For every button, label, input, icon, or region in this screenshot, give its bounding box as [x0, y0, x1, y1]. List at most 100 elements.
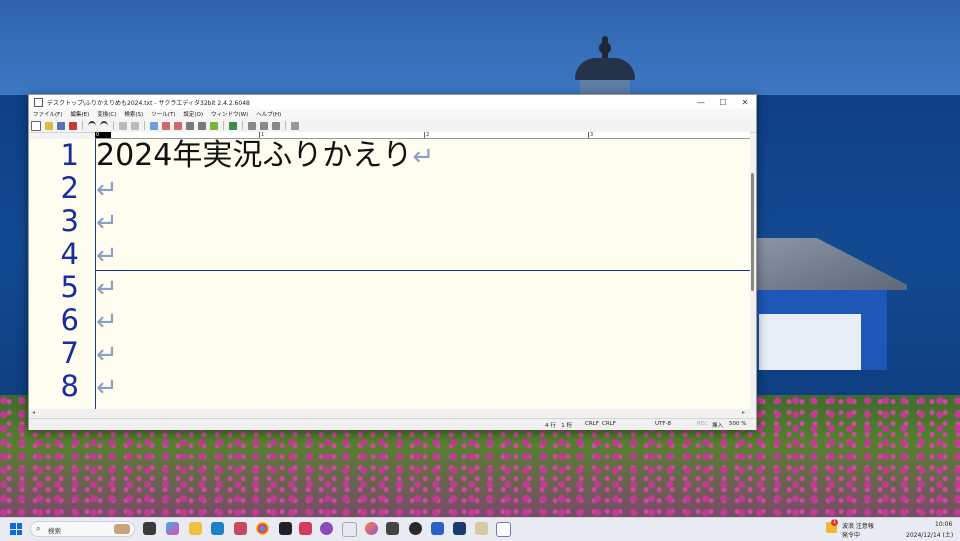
- recording-app-icon[interactable]: [409, 522, 422, 535]
- eol-marker-icon: ↵: [96, 340, 118, 370]
- menu-search[interactable]: 検索(S): [124, 110, 143, 118]
- file-explorer-icon[interactable]: [189, 522, 202, 535]
- line-number: 1: [60, 139, 79, 172]
- outline-icon[interactable]: [248, 121, 256, 130]
- menu-edit[interactable]: 編集(E): [70, 110, 89, 118]
- app-icon[interactable]: [34, 97, 43, 107]
- title-bar[interactable]: デスクトップ\ふりかえりめも2024.txt - サクラエディタ32bit 2.…: [29, 95, 756, 109]
- text-line[interactable]: ↵: [96, 238, 118, 271]
- line-number: 2: [60, 171, 79, 205]
- status-encoding[interactable]: UTF-8: [655, 421, 671, 427]
- menu-convert[interactable]: 変換(C): [97, 110, 116, 118]
- search-icon[interactable]: [150, 121, 158, 130]
- save-icon[interactable]: [57, 121, 65, 130]
- undo-icon[interactable]: [88, 120, 96, 131]
- status-cursor-position[interactable]: 4 行 1 桁: [545, 421, 572, 429]
- mail-icon[interactable]: [234, 522, 247, 535]
- line-number: 5: [60, 270, 79, 304]
- toolbar-separator: [242, 121, 243, 130]
- grep-icon[interactable]: [198, 121, 206, 130]
- browser-app-icon[interactable]: [365, 522, 378, 535]
- highlight-icon[interactable]: [210, 121, 218, 130]
- sakura-editor-window: デスクトップ\ふりかえりめも2024.txt - サクラエディタ32bit 2.…: [28, 94, 757, 430]
- eol-marker-icon: ↵: [96, 208, 118, 238]
- line-number: 4: [60, 237, 79, 271]
- menu-file[interactable]: ファイル(F): [33, 110, 62, 118]
- ruler-mark-1: 1: [259, 132, 265, 138]
- status-eol-input[interactable]: CRLF: [602, 421, 616, 427]
- text-line[interactable]: ↵: [96, 337, 118, 370]
- text-line[interactable]: ↵: [96, 205, 118, 238]
- store-icon[interactable]: [211, 522, 224, 535]
- text-line[interactable]: ↵: [96, 304, 118, 337]
- music-app-icon[interactable]: [342, 522, 357, 537]
- ruler: 0 1 2 3: [95, 132, 750, 139]
- clock-time[interactable]: 10:06: [935, 521, 952, 528]
- jump-forward-icon[interactable]: [131, 121, 139, 130]
- line-text: 2024年実況ふりかえり: [96, 139, 413, 173]
- settings-icon[interactable]: [291, 121, 299, 130]
- eol-marker-icon: ↵: [96, 274, 118, 304]
- menu-help[interactable]: ヘルプ(H): [256, 110, 281, 118]
- menu-window[interactable]: ウィンドウ(W): [211, 110, 248, 118]
- media-app-icon[interactable]: [299, 522, 312, 535]
- headphones-app-icon[interactable]: [320, 522, 333, 535]
- eol-marker-icon: ↵: [96, 373, 118, 403]
- vertical-scroll-thumb[interactable]: [751, 173, 754, 291]
- tool-app-icon[interactable]: [431, 522, 444, 535]
- line-number: 6: [60, 303, 79, 337]
- text-line[interactable]: ↵: [96, 172, 118, 205]
- clock-date[interactable]: 2024/12/14 (土): [906, 530, 953, 539]
- preview-icon[interactable]: [272, 121, 280, 130]
- status-zoom[interactable]: 500 %: [729, 421, 746, 427]
- save-all-icon[interactable]: [69, 121, 77, 130]
- vertical-scrollbar[interactable]: [750, 139, 756, 409]
- game-app-icon[interactable]: [386, 522, 399, 535]
- editor-app-icon[interactable]: [453, 522, 466, 535]
- status-eol-type[interactable]: CRLF: [585, 421, 599, 427]
- redo-icon[interactable]: [100, 120, 108, 131]
- toolbar-separator: [82, 121, 83, 130]
- menu-tools[interactable]: ツール(T): [151, 110, 175, 118]
- line-number-gutter[interactable]: 1 2 3 4 5 6 7 8: [29, 139, 96, 409]
- chrome-icon[interactable]: [256, 522, 269, 535]
- open-folder-icon[interactable]: [45, 121, 53, 130]
- weather-subtitle[interactable]: 発令中: [842, 530, 860, 539]
- search-prev-icon[interactable]: [162, 121, 170, 130]
- menu-bar: ファイル(F) 編集(E) 変換(C) 検索(S) ツール(T) 設定(O) ウ…: [29, 109, 756, 119]
- line-number: 8: [60, 369, 79, 403]
- image-app-icon[interactable]: [475, 522, 488, 535]
- print-icon[interactable]: [260, 121, 268, 130]
- grep-replace-icon[interactable]: [229, 121, 237, 130]
- windows-start-icon[interactable]: [10, 523, 22, 535]
- wallpaper-house: [757, 238, 907, 370]
- sakura-editor-taskbar-icon[interactable]: [496, 522, 511, 537]
- task-view-icon[interactable]: [143, 522, 156, 535]
- text-line[interactable]: ↵: [96, 271, 118, 304]
- maximize-button[interactable]: ☐: [712, 98, 734, 107]
- status-insert-mode[interactable]: 挿入: [712, 421, 723, 429]
- text-line[interactable]: 2024年実況ふりかえり↵: [96, 139, 434, 172]
- text-line[interactable]: ↵: [96, 370, 118, 403]
- search-highlight-icon: [114, 524, 130, 534]
- search-next-icon[interactable]: [174, 121, 182, 130]
- copilot-icon[interactable]: [166, 522, 179, 535]
- terminal-icon[interactable]: [279, 522, 292, 535]
- text-editor-area[interactable]: 2024年実況ふりかえり↵ ↵ ↵ ↵ ↵ ↵ ↵ ↵: [96, 139, 750, 409]
- scroll-right-icon[interactable]: ▸: [742, 409, 745, 416]
- close-button[interactable]: ✕: [734, 98, 756, 107]
- menu-settings[interactable]: 設定(O): [183, 110, 203, 118]
- taskbar-search-box[interactable]: ⌕ 検索: [30, 521, 135, 537]
- weather-badge: 1: [831, 519, 838, 526]
- replace-icon[interactable]: [186, 121, 194, 130]
- minimize-button[interactable]: —: [690, 98, 712, 107]
- new-file-icon[interactable]: [31, 120, 41, 131]
- ruler-mark-0: 0: [96, 132, 100, 138]
- toolbar-separator: [113, 121, 114, 130]
- scroll-left-icon[interactable]: ◂: [32, 409, 35, 416]
- horizontal-scrollbar[interactable]: ◂ ▸: [29, 409, 756, 417]
- toolbar: [29, 119, 756, 133]
- eol-marker-icon: ↵: [96, 175, 118, 205]
- jump-back-icon[interactable]: [119, 121, 127, 130]
- weather-title[interactable]: 波浪 注意報: [842, 521, 874, 530]
